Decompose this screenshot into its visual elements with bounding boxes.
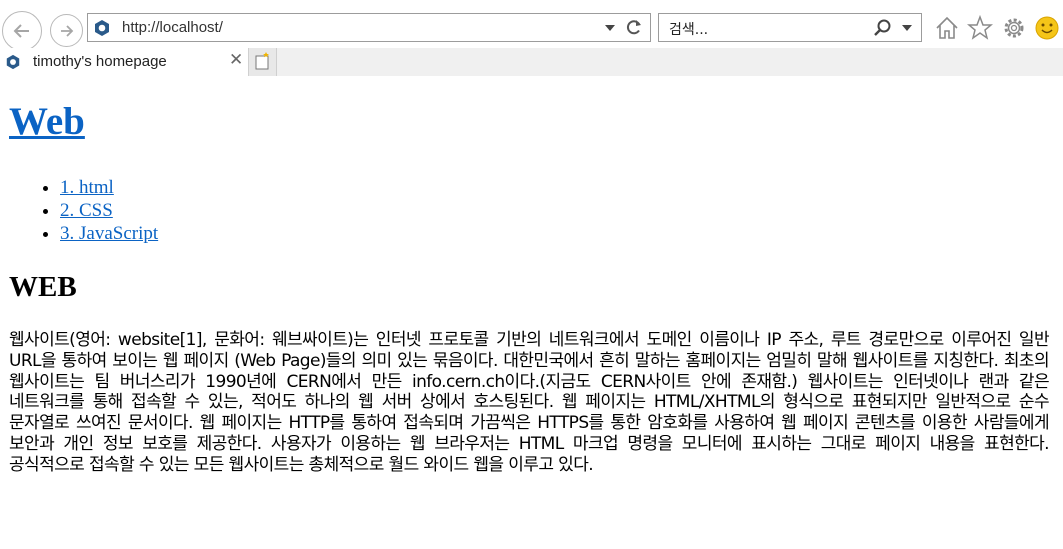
search-dropdown-arrow-icon[interactable]	[902, 25, 912, 31]
site-favicon-icon	[95, 20, 109, 36]
gear-icon[interactable]	[1001, 15, 1027, 41]
search-input[interactable]: 검색...	[669, 19, 708, 39]
forward-arrow-icon	[60, 24, 73, 37]
toc-item: 2. CSS	[60, 199, 158, 222]
page-title: Web	[9, 100, 85, 144]
home-icon[interactable]	[934, 15, 960, 41]
dropdown-arrow-icon[interactable]	[605, 25, 615, 31]
toc-link-css[interactable]: 2. CSS	[60, 200, 113, 221]
tab-strip	[277, 48, 1063, 76]
article-paragraph: 웹사이트(영어: website[1], 문화어: 웨브싸이트)는 인터넷 프로…	[9, 330, 1050, 475]
tab-close-icon[interactable]: ✕	[229, 50, 243, 70]
toc-link-html[interactable]: 1. html	[60, 177, 114, 198]
toc-item: 3. JavaScript	[60, 222, 158, 245]
star-icon[interactable]	[967, 15, 993, 41]
page-title-link[interactable]: Web	[9, 100, 85, 143]
toc-item: 1. html	[60, 176, 158, 199]
tab-title: timothy's homepage	[33, 53, 167, 70]
smiley-icon[interactable]	[1034, 15, 1060, 41]
forward-button[interactable]	[50, 14, 83, 47]
new-tab-icon	[255, 52, 269, 70]
address-url[interactable]: http://localhost/	[122, 19, 223, 36]
search-box[interactable]: 검색...	[658, 13, 922, 42]
tab-active[interactable]: timothy's homepage ✕	[0, 48, 249, 76]
refresh-icon[interactable]	[624, 17, 644, 37]
address-bar[interactable]: http://localhost/	[87, 13, 651, 42]
new-tab-button[interactable]	[249, 48, 277, 76]
back-button[interactable]	[2, 11, 42, 51]
browser-chrome: http://localhost/ 검색... timothy's homepa…	[0, 0, 1063, 78]
section-heading: WEB	[9, 271, 77, 303]
toc-link-javascript[interactable]: 3. JavaScript	[60, 223, 158, 244]
table-of-contents: 1. html 2. CSS 3. JavaScript	[40, 176, 158, 245]
tab-favicon-icon	[6, 54, 20, 70]
back-arrow-icon	[13, 24, 29, 38]
search-icon[interactable]	[872, 18, 892, 38]
page-content: Web 1. html 2. CSS 3. JavaScript WEB 웹사이…	[0, 78, 1063, 549]
